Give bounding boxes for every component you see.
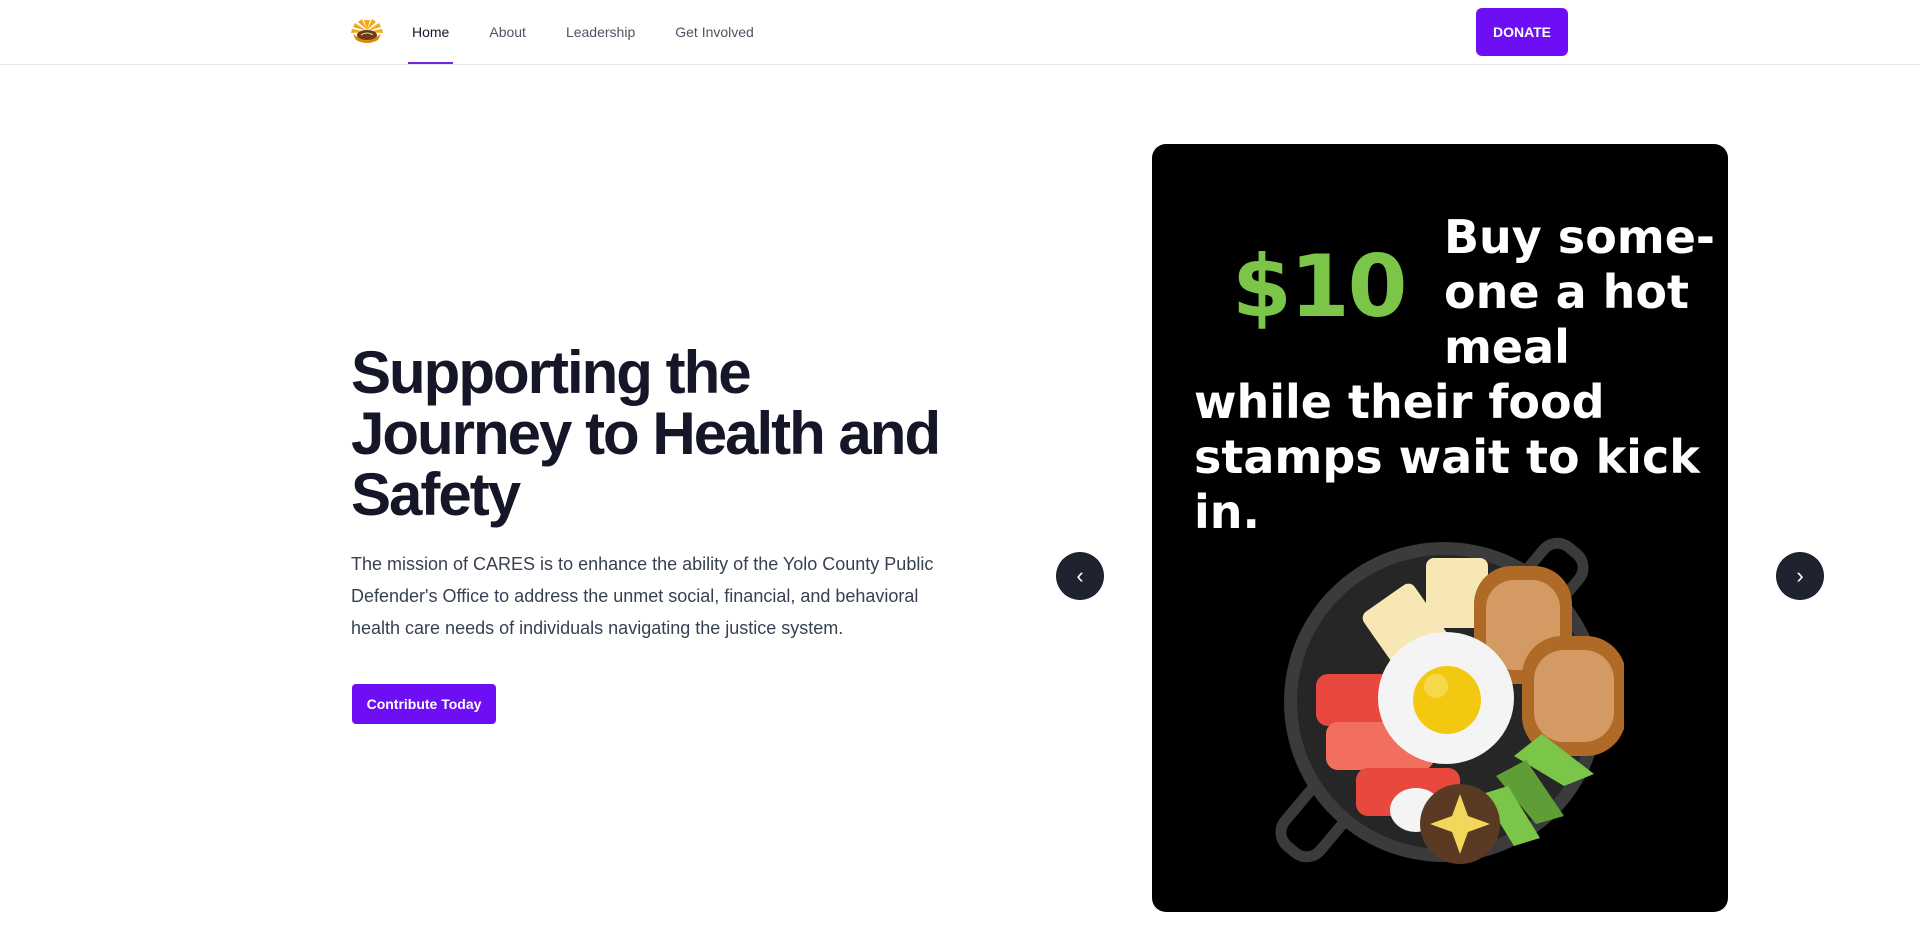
nav-leadership[interactable]: Leadership (562, 0, 639, 64)
slide-headline: Buy some-one a hot meal (1444, 210, 1716, 374)
contribute-button[interactable]: Contribute Today (352, 684, 496, 724)
donate-button[interactable]: DONATE (1476, 8, 1568, 56)
breakfast-skillet-illustration (1275, 537, 1624, 864)
carousel-next-button[interactable]: › (1776, 552, 1824, 600)
carousel-slide: $10 Buy some-one a hot meal while their … (1152, 144, 1728, 912)
nav-home[interactable]: Home (408, 0, 454, 64)
mission-statement: The mission of CARES is to enhance the a… (351, 554, 934, 638)
chevron-left-icon: ‹ (1076, 563, 1084, 588)
sunflower-logo-icon[interactable] (350, 18, 384, 46)
chevron-right-icon: › (1796, 563, 1804, 588)
site-header: Home About Leadership Get Involved DONAT… (0, 0, 1920, 65)
nav-get-involved[interactable]: Get Involved (671, 0, 758, 64)
carousel-prev-button[interactable]: ‹ (1056, 552, 1104, 600)
nav-about[interactable]: About (485, 0, 530, 64)
slide-subline: while their food stamps wait to kick in. (1194, 375, 1700, 539)
main-nav: Home About Leadership Get Involved (408, 0, 790, 64)
hero-title: Supporting the Journey to Health and Saf… (351, 339, 941, 528)
slide-price: $10 (1232, 237, 1408, 337)
